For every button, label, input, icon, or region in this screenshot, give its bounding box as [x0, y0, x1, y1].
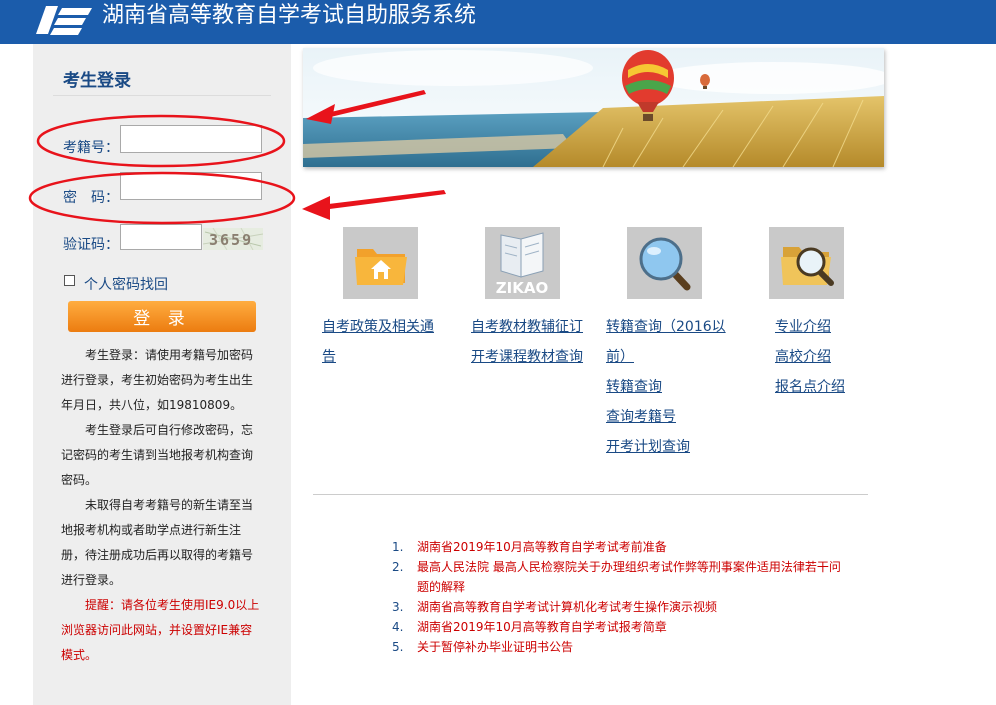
list-item: 4. 湖南省2019年10月高等教育自学考试报考简章 — [392, 620, 667, 634]
major-intro-tile[interactable] — [769, 227, 844, 299]
policy-tile[interactable] — [343, 227, 418, 299]
exam-id-label: 考籍号： — [63, 140, 119, 156]
list-item: 5. 关于暂停补办毕业证明书公告 — [392, 640, 574, 654]
find-password-link[interactable]: 个人密码找回 — [84, 274, 168, 294]
link-textbook-order[interactable]: 自考教材教辅征订 — [471, 312, 583, 342]
policy-links: 自考政策及相关通 告 — [322, 312, 434, 372]
textbook-links: 自考教材教辅征订 开考课程教材查询 — [471, 312, 583, 372]
list-item: 1. 湖南省2019年10月高等教育自学考试考前准备 — [392, 540, 667, 554]
link-course-textbook-query[interactable]: 开考课程教材查询 — [471, 342, 583, 372]
browser-warning: 提醒：请各位考生使用IE9.0以上 浏览器访问此网站，并设置好IE兼容 模式。 — [61, 598, 260, 662]
link-transfer-query-pre2016[interactable]: 转籍查询（2016以 前） — [606, 312, 726, 372]
news-link[interactable]: 湖南省高等教育自学考试计算机化考试考生操作演示视频 — [417, 600, 717, 614]
content-divider — [313, 494, 868, 495]
annotation-arrow-password — [302, 190, 446, 220]
link-major-intro[interactable]: 专业介绍 — [775, 312, 845, 342]
password-label: 密 码： — [63, 190, 119, 206]
news-list: 1. 湖南省2019年10月高等教育自学考试考前准备 2. 最高人民法院 最高人民检… — [392, 537, 852, 657]
zikao-text: ZIKAO — [496, 279, 548, 297]
banner-image — [303, 48, 884, 167]
login-instructions: 考生登录：请使用考籍号加密码 进行登录，考生初始密码为考生出生 年月日，共八位，… — [61, 348, 254, 587]
news-link[interactable]: 关于暂停补办毕业证明书公告 — [417, 640, 573, 654]
intro-links: 专业介绍 高校介绍 报名点介绍 — [775, 312, 845, 402]
folder-home-icon — [355, 249, 407, 285]
link-exam-plan-query[interactable]: 开考计划查询 — [606, 432, 726, 462]
textbook-tile[interactable]: ZIKAO — [485, 227, 560, 299]
exam-id-input[interactable] — [120, 125, 262, 153]
site-title: 湖南省高等教育自学考试自助服务系统 — [102, 3, 477, 28]
list-item: 2. 最高人民法院 最高人民检察院关于办理组织考试作弊等刑事案件适用法律若干问题的… — [392, 560, 841, 594]
transfer-query-tile[interactable] — [627, 227, 702, 299]
captcha-image[interactable]: 3659 — [203, 228, 263, 250]
news-link[interactable]: 湖南省2019年10月高等教育自学考试考前准备 — [417, 540, 667, 554]
login-title-divider — [53, 95, 271, 96]
link-policy-notice[interactable]: 自考政策及相关通 告 — [322, 312, 434, 372]
login-button[interactable]: 登 录 — [68, 301, 256, 332]
password-input[interactable] — [120, 172, 262, 200]
link-exam-id-query[interactable]: 查询考籍号 — [606, 402, 726, 432]
query-links: 转籍查询（2016以 前） 转籍查询 查询考籍号 开考计划查询 — [606, 312, 726, 462]
login-panel: 考生登录 考籍号： 密 码： 验证码： 3659 个人密码找回 登 录 考生登录… — [33, 44, 291, 705]
zikao-book-icon — [500, 232, 544, 278]
captcha-input[interactable] — [120, 224, 202, 250]
news-link[interactable]: 湖南省2019年10月高等教育自学考试报考简章 — [417, 620, 667, 634]
link-university-intro[interactable]: 高校介绍 — [775, 342, 845, 372]
captcha-label: 验证码： — [63, 237, 119, 253]
news-link[interactable]: 最高人民法院 最高人民检察院关于办理组织考试作弊等刑事案件适用法律若干问题的解释 — [417, 560, 841, 594]
magnifier-icon — [639, 237, 691, 291]
link-registration-site-intro[interactable]: 报名点介绍 — [775, 372, 845, 402]
site-header: 湖南省高等教育自学考试自助服务系统 — [0, 0, 996, 44]
find-password-checkbox[interactable] — [64, 275, 75, 286]
link-transfer-query[interactable]: 转籍查询 — [606, 372, 726, 402]
folder-search-icon — [781, 247, 834, 286]
list-item: 3. 湖南省高等教育自学考试计算机化考试考生操作演示视频 — [392, 600, 718, 614]
captcha-text: 3659 — [209, 231, 253, 249]
login-title: 考生登录 — [63, 71, 131, 91]
site-logo-icon — [36, 6, 92, 35]
